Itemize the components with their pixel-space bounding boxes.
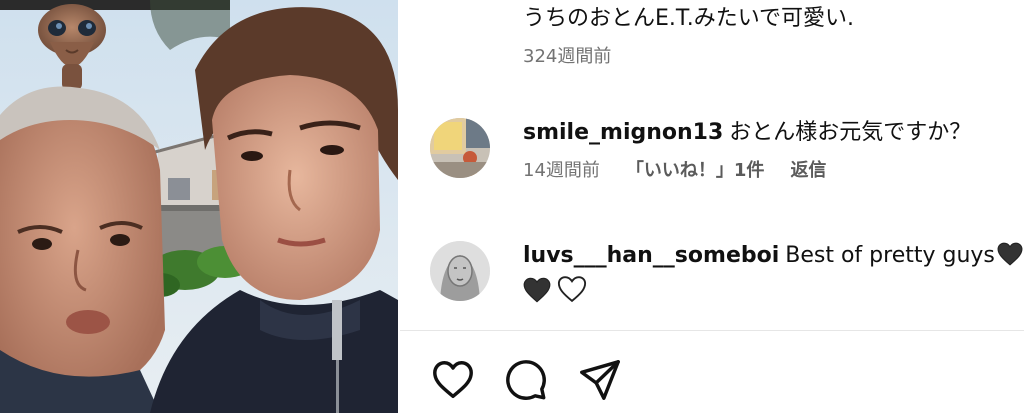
avatar-image xyxy=(430,118,490,178)
comment-meta: 14週間前 「いいね！」1件 返信 xyxy=(523,156,1018,182)
avatar-image xyxy=(430,241,490,301)
comment-text: luvs___han__someboi Best of pretty guys xyxy=(523,241,1023,312)
post-action-bar xyxy=(400,331,1024,413)
black-heart-icon xyxy=(997,242,1023,275)
comment-time[interactable]: 324週間前 xyxy=(523,46,611,67)
like-button[interactable] xyxy=(430,357,476,403)
white-heart-icon xyxy=(557,275,587,312)
comment-username[interactable]: luvs___han__someboi xyxy=(523,243,779,268)
comment-body: luvs___han__someboi Best of pretty guys xyxy=(523,241,1023,312)
heart-icon xyxy=(433,361,473,399)
black-heart-icon xyxy=(523,277,551,312)
comment-time[interactable]: 14週間前 xyxy=(523,160,600,181)
post-photo[interactable] xyxy=(0,0,398,413)
comments-list: うちのおとんE.T.みたいで可愛い. 324週間前 smile_mignon13… xyxy=(400,0,1024,330)
share-button[interactable] xyxy=(577,357,623,403)
comment-body: smile_mignon13 おとん様お元気ですか？ 14週間前 「いいね！」1件 返… xyxy=(523,118,1018,182)
avatar[interactable] xyxy=(430,241,490,301)
comment-body: うちのおとんE.T.みたいで可愛い. 324週間前 xyxy=(523,4,1018,68)
comment-icon xyxy=(506,360,546,400)
post-detail-view: うちのおとんE.T.みたいで可愛い. 324週間前 smile_mignon13… xyxy=(0,0,1024,413)
comment-likes[interactable]: 「いいね！」1件 xyxy=(626,160,765,181)
comment-username[interactable]: smile_mignon13 xyxy=(523,120,723,145)
send-icon xyxy=(580,360,620,400)
reply-button[interactable]: 返信 xyxy=(790,160,826,181)
comment-text: うちのおとんE.T.みたいで可愛い. xyxy=(523,6,855,31)
comment-message: おとん様お元気ですか？ xyxy=(729,120,972,145)
comment-message: Best of pretty guys xyxy=(785,243,995,268)
comment-text: smile_mignon13 おとん様お元気ですか？ xyxy=(523,118,1018,148)
avatar[interactable] xyxy=(430,118,490,178)
photo-illustration xyxy=(0,0,398,413)
comment-button[interactable] xyxy=(503,357,549,403)
comment-meta: 324週間前 xyxy=(523,42,1018,68)
